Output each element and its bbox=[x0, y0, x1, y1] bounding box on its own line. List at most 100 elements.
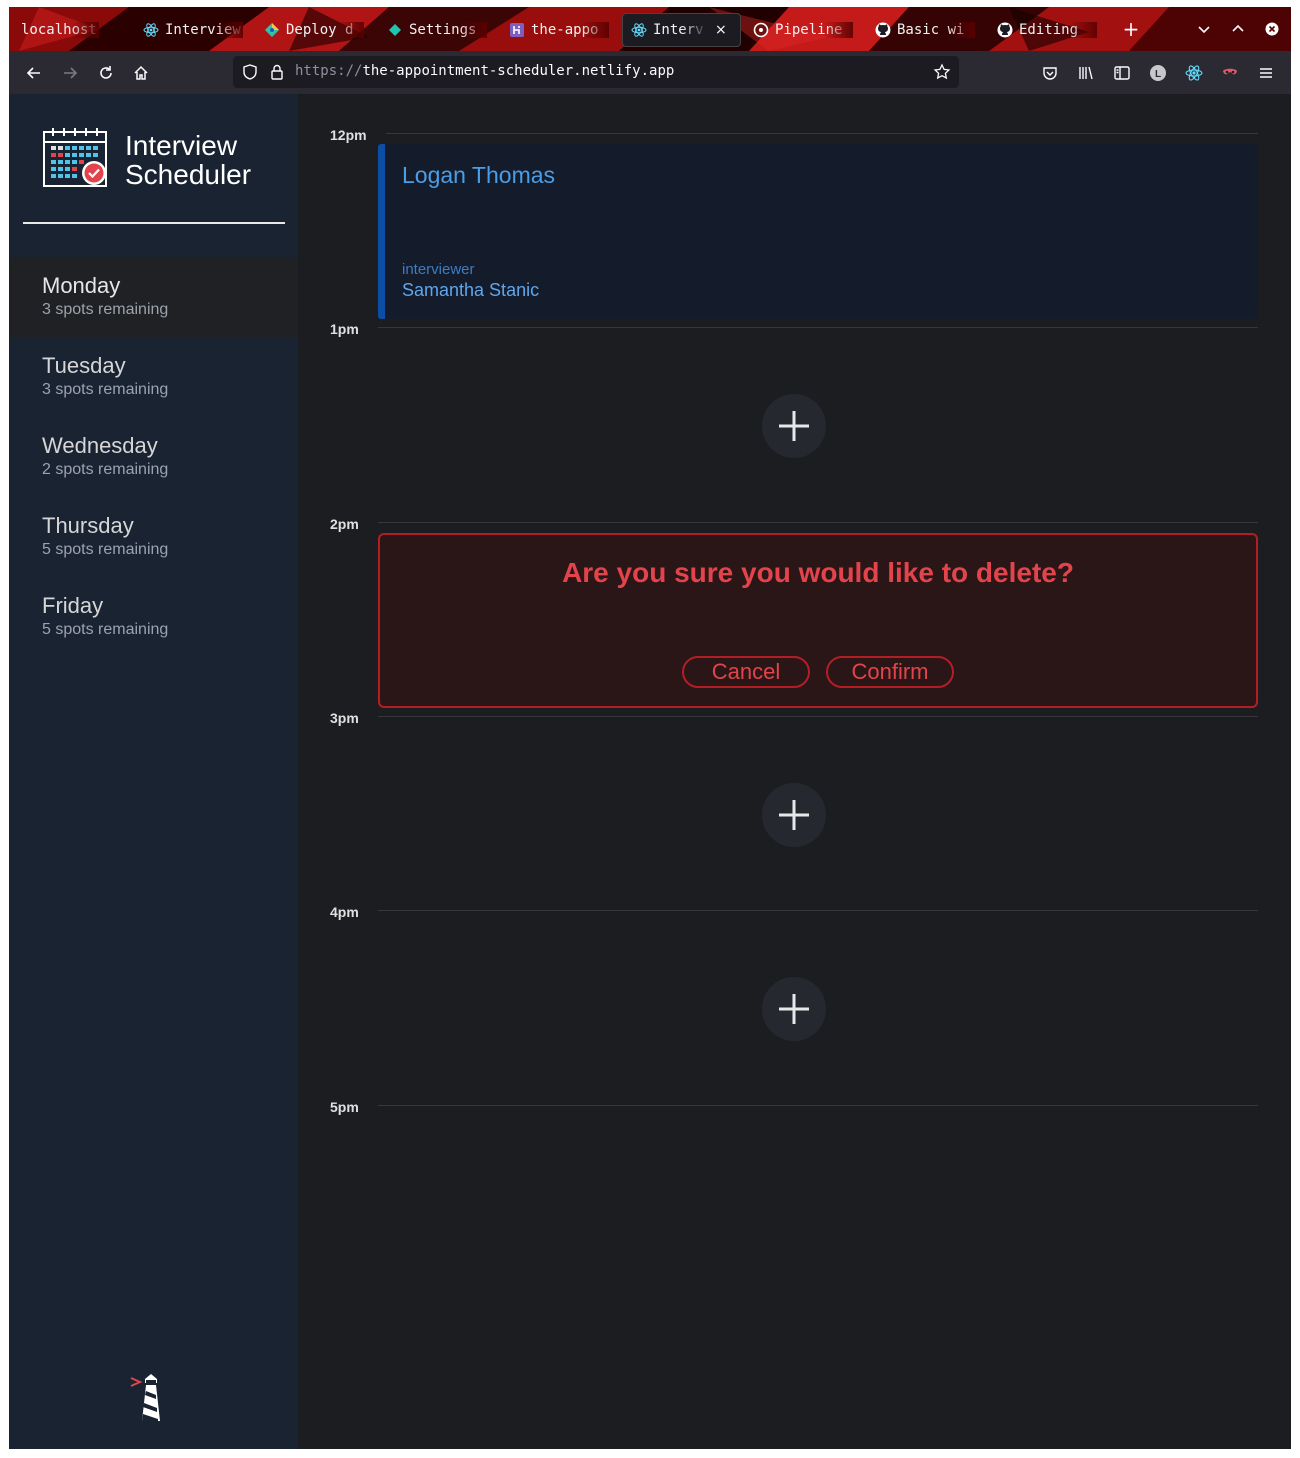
react-devtools-icon[interactable] bbox=[1183, 62, 1205, 84]
add-appointment-button[interactable] bbox=[762, 977, 826, 1041]
delete-confirmation: Are you sure you would like to delete? C… bbox=[378, 533, 1258, 708]
sidebar-divider bbox=[23, 222, 285, 224]
close-tab-icon[interactable]: × bbox=[715, 22, 727, 38]
tab-label: Interv bbox=[653, 22, 709, 38]
tab-label: localhost: bbox=[21, 22, 99, 38]
bookmark-star-icon[interactable] bbox=[933, 63, 951, 85]
day-item-monday[interactable]: Monday 3 spots remaining bbox=[9, 257, 298, 337]
tab-pipeline[interactable]: Pipeline bbox=[753, 13, 853, 47]
tab-interview-active[interactable]: Interv × bbox=[622, 13, 741, 47]
plus-icon bbox=[779, 800, 809, 830]
day-name: Wednesday bbox=[42, 433, 158, 458]
reload-icon[interactable] bbox=[95, 62, 117, 84]
sidebar-toggle-icon[interactable] bbox=[1111, 62, 1133, 84]
time-label-3pm: 3pm bbox=[330, 710, 359, 726]
confirm-message: Are you sure you would like to delete? bbox=[562, 557, 1074, 588]
tab-heroku[interactable]: the-appo bbox=[509, 13, 609, 47]
scheduler-app: Interview Scheduler Monday 3 spots remai… bbox=[9, 94, 1291, 1449]
back-arrow-icon[interactable] bbox=[23, 62, 45, 84]
navigation-toolbar: https://the-appointment-scheduler.netlif… bbox=[9, 51, 1291, 94]
calendar-logo-icon bbox=[43, 128, 109, 194]
url-bar[interactable]: https://the-appointment-scheduler.netlif… bbox=[233, 56, 959, 88]
plus-icon bbox=[779, 411, 809, 441]
new-tab-button[interactable]: + bbox=[1121, 17, 1141, 41]
url-host: the-appointment-scheduler.netlify.app bbox=[362, 63, 675, 79]
hour-divider bbox=[378, 910, 1258, 911]
sidebar: Interview Scheduler Monday 3 spots remai… bbox=[9, 94, 298, 1449]
tab-deploy[interactable]: Deploy d bbox=[264, 13, 364, 47]
add-appointment-button[interactable] bbox=[762, 783, 826, 847]
github-icon bbox=[875, 22, 891, 38]
interviewer-label: interviewer bbox=[402, 261, 475, 278]
plus-icon bbox=[779, 994, 809, 1024]
confirm-button[interactable]: Confirm bbox=[826, 656, 954, 688]
day-name: Monday bbox=[42, 273, 121, 298]
pocket-icon[interactable] bbox=[1039, 62, 1061, 84]
day-item-tuesday[interactable]: Tuesday 3 spots remaining bbox=[9, 337, 298, 417]
minimize-chevron-up-icon[interactable] bbox=[1228, 19, 1248, 39]
lighthouse-labs-logo-icon bbox=[129, 1372, 169, 1428]
forward-arrow-icon[interactable] bbox=[59, 62, 81, 84]
list-tabs-chevron-icon[interactable] bbox=[1194, 19, 1214, 39]
lock-icon[interactable] bbox=[268, 63, 286, 85]
netlify-diamond-icon bbox=[387, 22, 403, 38]
app-menu-hamburger-icon[interactable] bbox=[1255, 62, 1277, 84]
tab-label: Basic wi bbox=[897, 22, 975, 38]
tab-label: the-appo bbox=[531, 22, 609, 38]
add-appointment-button[interactable] bbox=[762, 394, 826, 458]
day-item-wednesday[interactable]: Wednesday 2 spots remaining bbox=[9, 417, 298, 497]
netlify-icon bbox=[264, 22, 280, 38]
tab-localhost[interactable]: localhost: bbox=[21, 13, 99, 47]
github-icon bbox=[997, 22, 1013, 38]
day-spots: 5 spots remaining bbox=[42, 541, 169, 558]
time-label-4pm: 4pm bbox=[330, 904, 359, 920]
library-icon[interactable] bbox=[1075, 62, 1097, 84]
tab-github-editing[interactable]: Editing bbox=[997, 13, 1097, 47]
app-title-line1: Interview bbox=[125, 130, 238, 161]
app-title: Interview Scheduler bbox=[125, 131, 285, 189]
day-item-thursday[interactable]: Thursday 5 spots remaining bbox=[9, 497, 298, 577]
tab-label: Settings bbox=[409, 22, 487, 38]
extension-mask-icon[interactable] bbox=[1219, 62, 1241, 84]
tab-strip: localhost: Interview Deploy d Settings t… bbox=[9, 7, 1291, 51]
circleci-icon bbox=[753, 22, 769, 38]
appointment-card[interactable]: Logan Thomas interviewer Samantha Stanic bbox=[378, 144, 1258, 319]
app-title-line2: Scheduler bbox=[125, 159, 252, 190]
tab-interview-scheduler[interactable]: Interview bbox=[143, 13, 243, 47]
time-label-5pm: 5pm bbox=[330, 1099, 359, 1115]
url-scheme: https:// bbox=[295, 63, 363, 79]
hour-divider bbox=[378, 716, 1258, 717]
day-item-friday[interactable]: Friday 5 spots remaining bbox=[9, 577, 298, 657]
hour-divider bbox=[378, 1105, 1258, 1106]
shield-icon[interactable] bbox=[241, 63, 259, 85]
tab-label: Interview bbox=[165, 22, 243, 38]
day-spots: 3 spots remaining bbox=[42, 381, 169, 398]
tab-settings[interactable]: Settings bbox=[387, 13, 487, 47]
account-avatar-icon[interactable]: L bbox=[1147, 62, 1169, 84]
student-name: Logan Thomas bbox=[402, 162, 556, 188]
close-window-icon[interactable] bbox=[1262, 19, 1282, 39]
tab-label: Editing bbox=[1019, 22, 1097, 38]
day-spots: 5 spots remaining bbox=[42, 621, 169, 638]
heroku-icon bbox=[509, 22, 525, 38]
react-icon bbox=[631, 22, 647, 38]
time-label-1pm: 1pm bbox=[330, 321, 359, 337]
time-label-2pm: 2pm bbox=[330, 516, 359, 532]
schedule-panel: 12pm Logan Thomas interviewer Samantha S… bbox=[298, 94, 1291, 1449]
url-text[interactable]: https://the-appointment-scheduler.netlif… bbox=[295, 63, 674, 79]
react-icon bbox=[143, 22, 159, 38]
time-label-12pm: 12pm bbox=[330, 127, 367, 143]
cancel-button[interactable]: Cancel bbox=[682, 656, 810, 688]
day-spots: 2 spots remaining bbox=[42, 461, 169, 478]
day-spots: 3 spots remaining bbox=[42, 301, 169, 318]
svg-text:L: L bbox=[1155, 69, 1161, 80]
browser-window: localhost: Interview Deploy d Settings t… bbox=[9, 7, 1291, 1449]
home-icon[interactable] bbox=[130, 62, 152, 84]
tab-label: Pipeline bbox=[775, 22, 853, 38]
interviewer-name: Samantha Stanic bbox=[402, 280, 540, 300]
day-name: Friday bbox=[42, 593, 104, 618]
tab-github-basic[interactable]: Basic wi bbox=[875, 13, 975, 47]
hour-divider bbox=[386, 133, 1258, 134]
day-name: Thursday bbox=[42, 513, 134, 538]
hour-divider bbox=[378, 327, 1258, 328]
